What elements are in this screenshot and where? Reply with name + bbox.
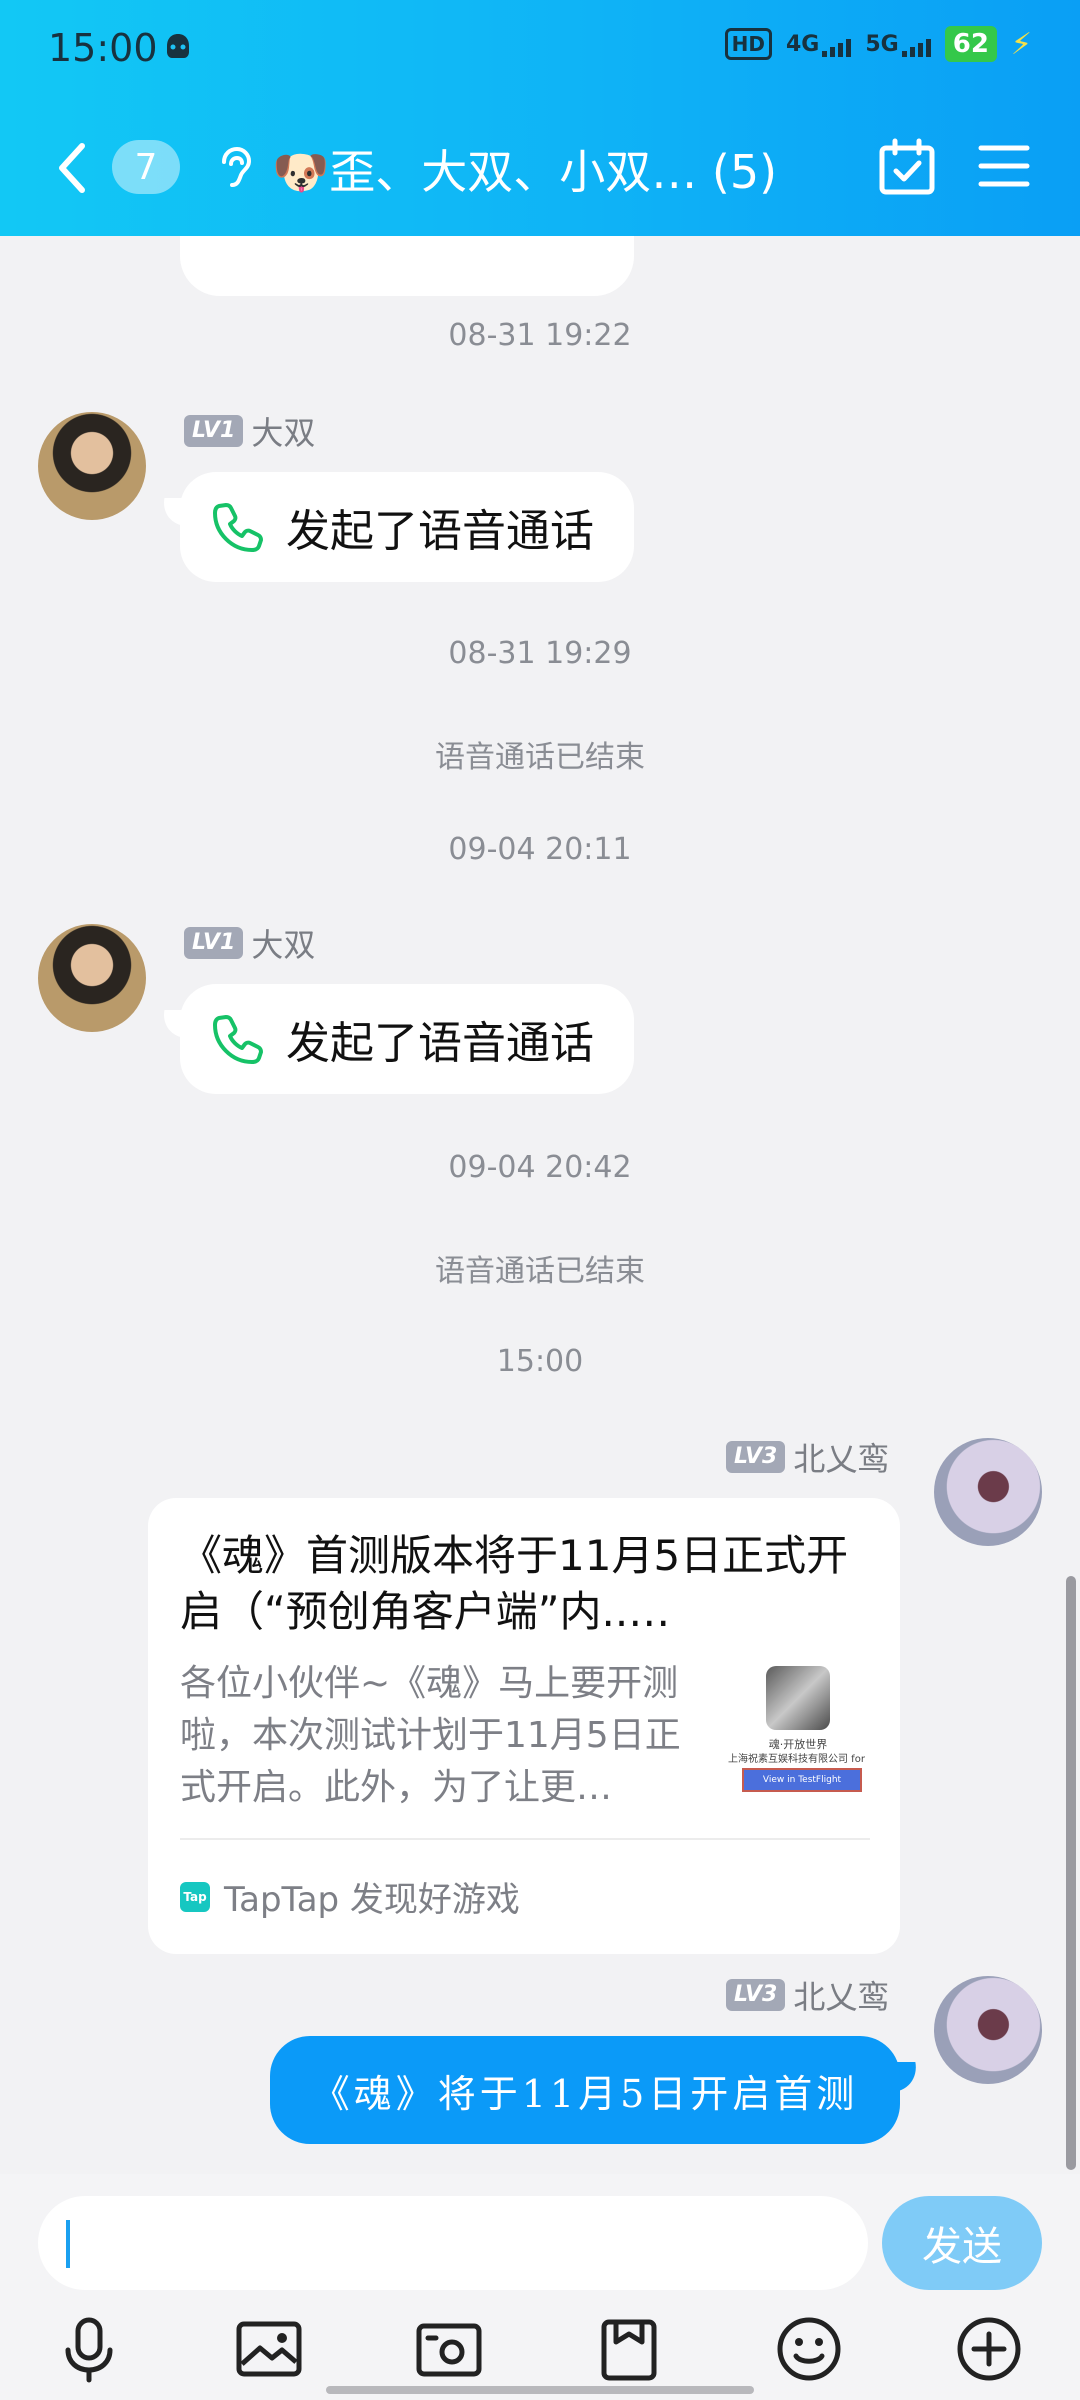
text-caret <box>66 2220 70 2268</box>
thumbnail-button: View in TestFlight <box>742 1768 862 1792</box>
avatar[interactable] <box>38 924 146 1032</box>
card-description: 各位小伙伴~《魂》马上要开测啦，本次测试计划于11月5日正式开启。此外，为了让更… <box>180 1663 681 1808</box>
signal-5g: 5G <box>865 32 931 57</box>
input-bar: 发送 <box>0 2174 1080 2400</box>
mic-icon[interactable] <box>54 2314 124 2384</box>
status-time: 15:00 <box>48 26 158 70</box>
signal-bars-icon <box>901 38 931 57</box>
phone-icon <box>213 503 263 552</box>
thumbnail-publisher: 上海祝素互娱科技有限公司 for i <box>728 1754 868 1765</box>
image-icon[interactable] <box>234 2314 304 2384</box>
file-icon[interactable] <box>594 2314 664 2384</box>
timestamp: 09-04 20:11 <box>448 832 632 867</box>
timestamp: 09-04 20:42 <box>448 1150 632 1185</box>
sender-info: LV3 北乂鸾 <box>726 1434 889 1480</box>
system-message: 语音通话已结束 <box>435 1254 645 1289</box>
ear-icon[interactable] <box>214 144 254 192</box>
card-title: 《魂》首测版本将于11月5日正式开启（“预创角客户端”内..… <box>180 1531 849 1636</box>
input-toolbar <box>0 2314 1080 2384</box>
timestamp: 08-31 19:29 <box>448 636 632 671</box>
home-indicator[interactable] <box>326 2386 754 2394</box>
back-icon[interactable] <box>52 138 92 198</box>
message-text: 发起了语音通话 <box>286 506 594 557</box>
timestamp: 08-31 19:22 <box>448 318 632 353</box>
shared-link-card[interactable]: 《魂》首测版本将于11月5日正式开启（“预创角客户端”内..… 各位小伙伴~《魂… <box>148 1498 900 1954</box>
plus-icon[interactable] <box>954 2314 1024 2384</box>
previous-message-bubble[interactable] <box>180 236 634 296</box>
source-name: TapTap 发现好游戏 <box>224 1880 520 1920</box>
chat-message-list[interactable]: 08-31 19:22 LV1 大双 发起了语音通话 08-31 19:29 语… <box>0 236 1080 2174</box>
level-badge: LV3 <box>726 1441 786 1473</box>
send-button[interactable]: 发送 <box>882 2196 1042 2290</box>
phone-icon <box>213 1015 263 1064</box>
camera-icon[interactable] <box>414 2314 484 2384</box>
signal-bars-icon <box>822 38 852 57</box>
sender-name: 北乂鸾 <box>793 1978 890 2016</box>
text-message[interactable]: 《魂》将于11月5日开启首测 <box>270 2036 900 2144</box>
signal-4g: 4G <box>786 32 852 57</box>
scrollbar[interactable] <box>1066 1576 1076 2170</box>
message-text: 发起了语音通话 <box>286 1018 594 1069</box>
chat-title[interactable]: 🐶歪、大双、小双… (5) <box>272 136 777 202</box>
battery-indicator: 62 <box>944 26 997 62</box>
message-input[interactable] <box>38 2196 868 2290</box>
status-indicators: HD 4G 5G 62 ⚡ <box>724 26 1032 62</box>
sender-name: 北乂鸾 <box>793 1440 890 1478</box>
calendar-check-icon[interactable] <box>878 138 936 196</box>
voice-call-message[interactable]: 发起了语音通话 <box>180 984 634 1094</box>
taptap-icon: Tap <box>180 1881 210 1912</box>
level-badge: LV1 <box>184 927 244 959</box>
card-thumbnail: 魂·开放世界 上海祝素互娱科技有限公司 for i View in TestFl… <box>728 1666 868 1802</box>
avatar[interactable] <box>934 1976 1042 2084</box>
timestamp: 15:00 <box>496 1344 584 1379</box>
system-message: 语音通话已结束 <box>435 740 645 775</box>
header: 15:00 HD 4G 5G 62 ⚡ 7 🐶歪、大双、小双… (5) <box>0 0 1080 236</box>
charging-icon: ⚡ <box>1010 26 1032 62</box>
app-notification-icon <box>167 34 189 58</box>
game-logo-icon <box>766 1666 830 1730</box>
sender-name: 大双 <box>251 926 316 964</box>
voice-call-message[interactable]: 发起了语音通话 <box>180 472 634 582</box>
hd-voice-badge: HD <box>724 28 772 60</box>
emoji-icon[interactable] <box>774 2314 844 2384</box>
level-badge: LV3 <box>726 1979 786 2011</box>
level-badge: LV1 <box>184 415 244 447</box>
avatar[interactable] <box>38 412 146 520</box>
sender-info: LV3 北乂鸾 <box>726 1972 889 2018</box>
nav-bar: 7 🐶歪、大双、小双… (5) <box>0 128 1080 208</box>
sender-info: LV1 大双 <box>184 408 315 454</box>
avatar[interactable] <box>934 1438 1042 1546</box>
sender-name: 大双 <box>251 414 316 452</box>
card-source: Tap TapTap 发现好游戏 <box>180 1872 520 1921</box>
menu-icon[interactable] <box>978 142 1030 190</box>
card-divider <box>180 1838 870 1840</box>
unread-count-badge[interactable]: 7 <box>112 140 180 194</box>
sender-info: LV1 大双 <box>184 920 315 966</box>
